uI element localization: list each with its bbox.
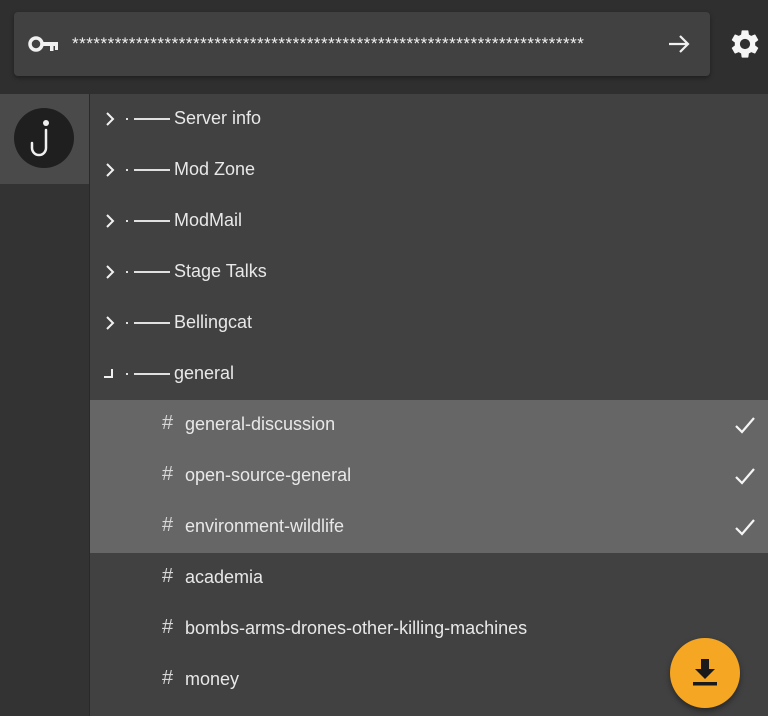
- guild-sidebar: [0, 94, 90, 716]
- key-icon: [28, 36, 58, 52]
- tree-connector: [126, 322, 170, 324]
- category-row-bellingcat[interactable]: Bellingcat: [90, 298, 768, 349]
- category-row-mod-zone[interactable]: Mod Zone: [90, 145, 768, 196]
- category-label: Server info: [174, 108, 262, 128]
- channel-row-general-discussion[interactable]: # general-discussion: [90, 400, 768, 451]
- download-icon: [693, 659, 717, 686]
- chevron-right-icon[interactable]: [100, 313, 120, 333]
- category-row-modmail[interactable]: ModMail: [90, 196, 768, 247]
- chevron-right-icon[interactable]: [100, 262, 120, 282]
- category-label: ModMail: [174, 210, 243, 230]
- chevron-right-icon[interactable]: [100, 109, 120, 129]
- top-bar: [0, 0, 768, 94]
- tree-connector: [126, 220, 170, 222]
- channel-row-open-source-general[interactable]: # open-source-general: [90, 451, 768, 502]
- token-field-container: [14, 12, 710, 76]
- chevron-right-icon[interactable]: [100, 160, 120, 180]
- channel-label: open-source-general: [185, 465, 352, 485]
- hook-question-icon: [30, 120, 49, 157]
- token-input[interactable]: [72, 26, 660, 62]
- tree-connector: [126, 118, 170, 120]
- tree-connector: [126, 373, 170, 375]
- channel-row-money[interactable]: # money: [90, 655, 768, 706]
- category-row-server-info[interactable]: Server info: [90, 94, 768, 145]
- check-icon: [735, 519, 755, 536]
- category-label: Stage Talks: [174, 261, 267, 281]
- channel-tree: Server info Mod Zone ModMail Stage Talks…: [90, 94, 768, 716]
- channel-label: general-discussion: [185, 414, 336, 434]
- guild-item[interactable]: [0, 94, 89, 184]
- hash-icon: #: [162, 463, 174, 485]
- hash-icon: #: [162, 667, 174, 689]
- channel-label: environment-wildlife: [185, 516, 345, 536]
- tree-connector: [126, 271, 170, 273]
- gear-icon[interactable]: [728, 27, 762, 61]
- tree-corner-icon[interactable]: [104, 369, 114, 379]
- category-row-general[interactable]: general: [90, 349, 768, 400]
- arrow-right-icon[interactable]: [664, 29, 694, 59]
- channel-label: money: [185, 669, 240, 689]
- tree-connector: [126, 169, 170, 171]
- channel-label: bombs-arms-drones-other-killing-machines: [185, 618, 528, 638]
- channel-row-academia[interactable]: # academia: [90, 553, 768, 604]
- hash-icon: #: [162, 616, 174, 638]
- category-label: general: [174, 363, 235, 383]
- channel-row-environment-wildlife[interactable]: # environment-wildlife: [90, 502, 768, 553]
- category-label: Mod Zone: [174, 159, 256, 179]
- chevron-right-icon[interactable]: [100, 211, 120, 231]
- category-label: Bellingcat: [174, 312, 253, 332]
- check-icon: [735, 417, 755, 434]
- check-icon: [735, 468, 755, 485]
- download-button[interactable]: [670, 638, 740, 708]
- hash-icon: #: [162, 412, 174, 434]
- category-row-stage-talks[interactable]: Stage Talks: [90, 247, 768, 298]
- guild-avatar: [14, 108, 74, 168]
- hash-icon: #: [162, 565, 174, 587]
- channel-label: academia: [185, 567, 264, 587]
- hash-icon: #: [162, 514, 174, 536]
- channel-row-bombs-arms-drones[interactable]: # bombs-arms-drones-other-killing-machin…: [90, 604, 768, 655]
